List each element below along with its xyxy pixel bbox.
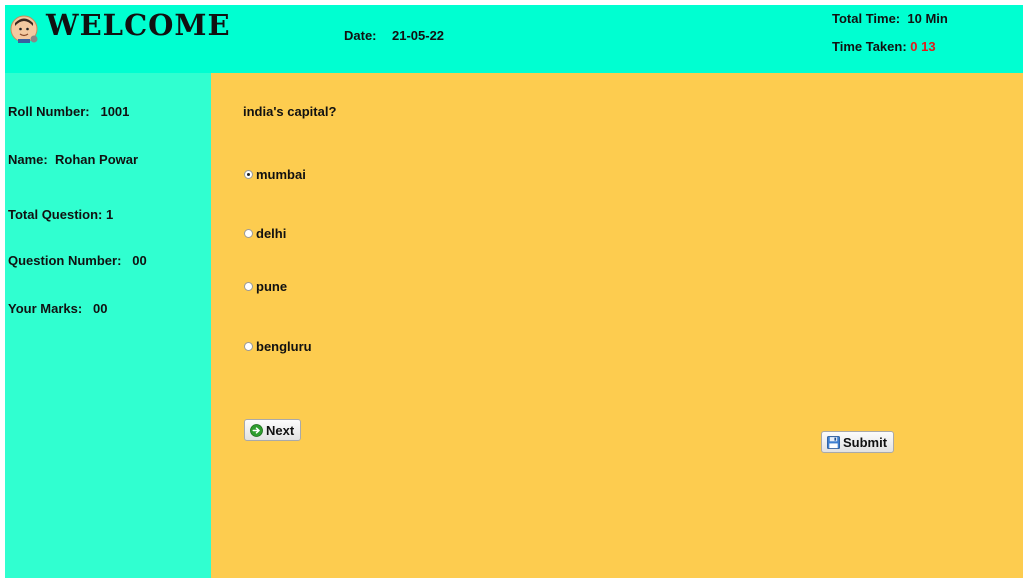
radio-icon[interactable] — [244, 342, 253, 351]
radio-icon[interactable] — [244, 282, 253, 291]
your-marks: Your Marks: 00 — [8, 301, 107, 316]
student-name: Name: Rohan Powar — [8, 152, 138, 167]
time-taken: Time Taken: 0 13 — [832, 39, 936, 54]
green-forward-circle-icon — [250, 423, 263, 437]
app-window: WELCOME Date: 21-05-22 Total Time: 10 Mi… — [5, 5, 1023, 578]
total-time-label: Total Time: — [832, 11, 901, 26]
date-value: 21-05-22 — [392, 28, 445, 43]
radio-selected-icon[interactable] — [244, 170, 253, 179]
student-name-label: Name: — [8, 152, 48, 167]
total-questions-value: 1 — [106, 207, 114, 222]
option-label: mumbai — [256, 167, 306, 182]
question-number-label: Question Number: — [8, 253, 122, 268]
date-label: Date: — [344, 28, 377, 43]
time-taken-label: Time Taken: — [832, 39, 907, 54]
option-label: delhi — [256, 226, 287, 241]
option-label: pune — [256, 279, 288, 294]
user-avatar-icon — [10, 15, 38, 43]
total-time-value: 10 Min — [907, 11, 948, 26]
time-taken-minutes: 0 — [910, 39, 918, 54]
question-text: india's capital? — [243, 104, 337, 119]
your-marks-value: 00 — [93, 301, 108, 316]
next-button[interactable]: Next — [244, 419, 302, 441]
question-number: Question Number: 00 — [8, 253, 147, 268]
student-info-sidebar: Roll Number: 1001 Name: Rohan Powar Tota… — [5, 73, 211, 578]
option-mumbai[interactable]: mumbai — [244, 167, 306, 182]
question-number-value: 00 — [132, 253, 147, 268]
option-bengluru[interactable]: bengluru — [244, 339, 312, 354]
your-marks-label: Your Marks: — [8, 301, 83, 316]
roll-number-value: 1001 — [100, 104, 130, 119]
option-delhi[interactable]: delhi — [244, 226, 286, 241]
submit-button[interactable]: Submit — [821, 431, 895, 453]
welcome-title: WELCOME — [46, 8, 231, 42]
roll-number-label: Roll Number: — [8, 104, 90, 119]
floppy-save-icon — [827, 435, 840, 449]
submit-button-label: Submit — [843, 434, 888, 450]
header-bar: WELCOME Date: 21-05-22 Total Time: 10 Mi… — [5, 5, 1023, 73]
total-time: Total Time: 10 Min — [832, 11, 948, 26]
option-label: bengluru — [256, 339, 312, 354]
total-questions: Total Question: 1 — [8, 207, 113, 222]
radio-icon[interactable] — [244, 229, 253, 238]
student-name-value: Rohan Powar — [54, 152, 139, 167]
question-panel: india's capital? mumbai delhi pune bengl… — [211, 73, 1023, 578]
roll-number: Roll Number: 1001 — [8, 104, 129, 119]
time-taken-seconds: 13 — [921, 39, 936, 54]
total-questions-label: Total Question: — [8, 207, 103, 222]
option-pune[interactable]: pune — [244, 279, 287, 294]
next-button-label: Next — [266, 422, 295, 438]
